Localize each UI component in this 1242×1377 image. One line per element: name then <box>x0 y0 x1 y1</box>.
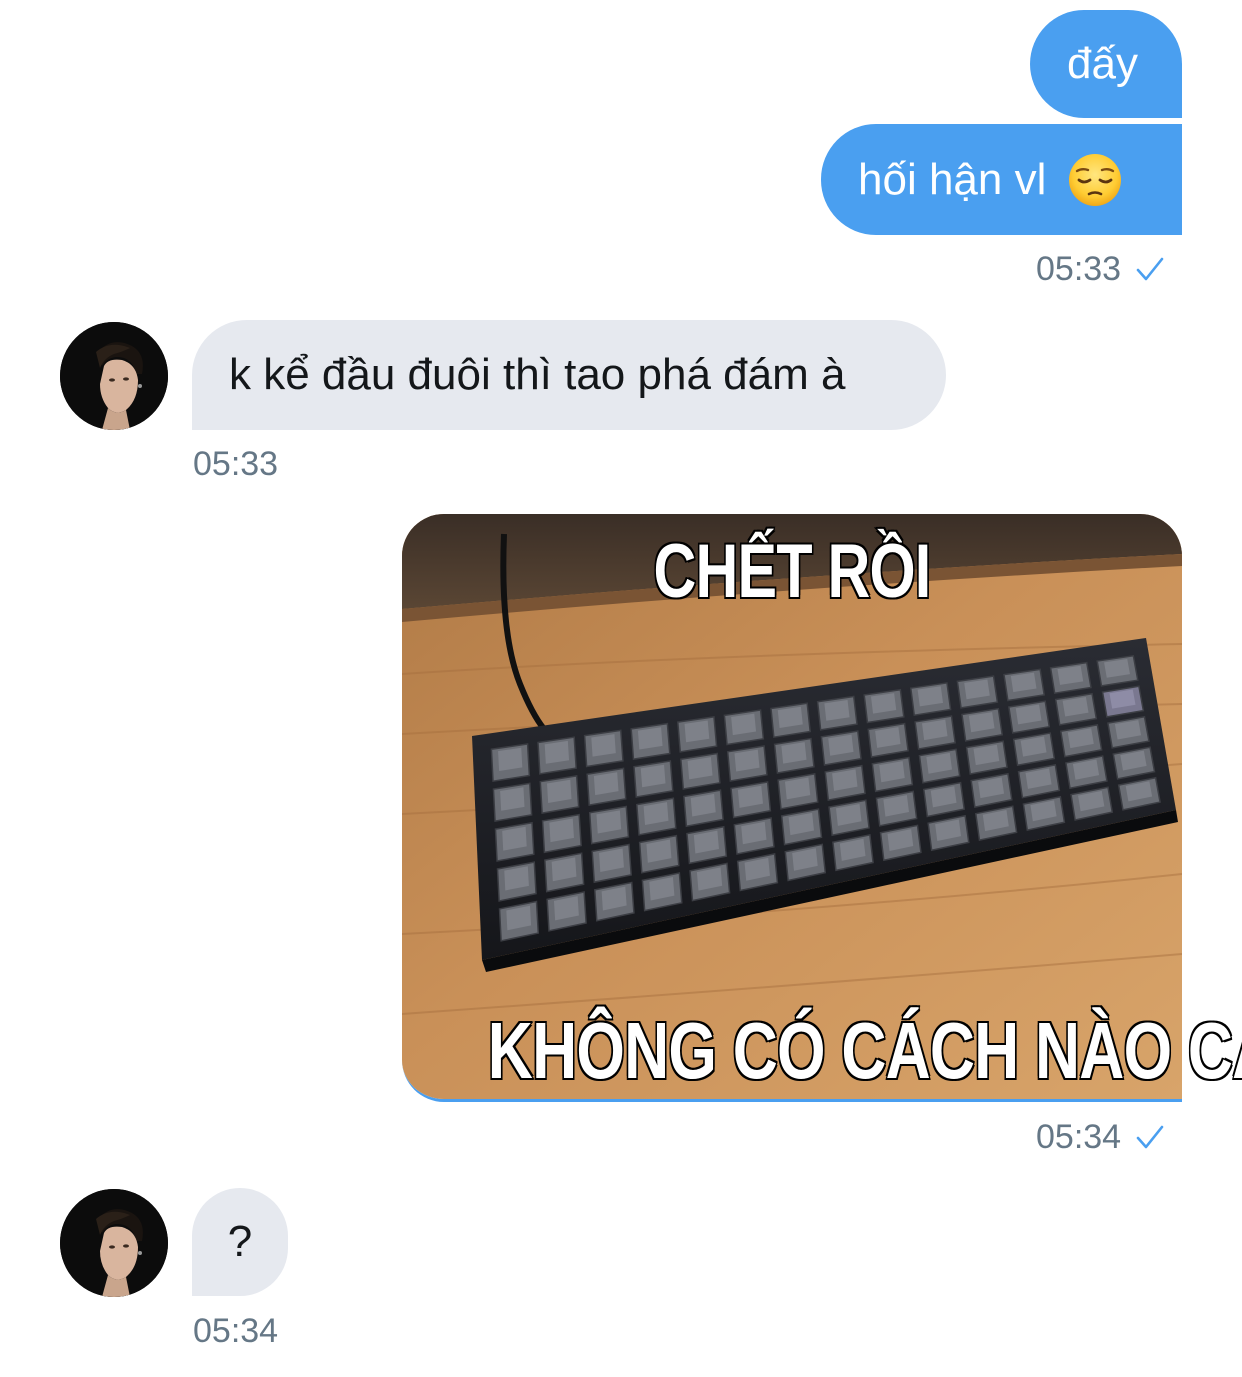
meme-caption-bottom: KHÔNG CÓ CÁCH NÀO CẢ <box>487 1005 1242 1097</box>
message-text: đấy <box>1067 39 1138 88</box>
pensive-face-emoji-icon <box>1068 153 1122 207</box>
checkmark-icon <box>1136 1125 1164 1149</box>
message-timestamp: 05:34 <box>193 1312 279 1350</box>
outgoing-message-bubble[interactable]: hối hận vl <box>821 124 1182 235</box>
message-text: ? <box>227 1217 253 1266</box>
incoming-message-bubble[interactable]: k kể đầu đuôi thì tao phá đám à <box>192 320 946 430</box>
message-timestamp: 05:33 <box>1036 252 1165 286</box>
checkmark-icon <box>1136 257 1164 281</box>
incoming-message-bubble[interactable]: ? <box>192 1188 288 1296</box>
contact-avatar[interactable] <box>60 1189 168 1297</box>
message-text: k kể đầu đuôi thì tao phá đám à <box>229 350 846 399</box>
outgoing-message-bubble[interactable]: đấy <box>1030 10 1182 118</box>
message-timestamp: 05:33 <box>193 445 279 483</box>
contact-avatar[interactable] <box>60 322 168 430</box>
meme-caption-top: CHẾT RỒI <box>652 528 932 616</box>
message-text: hối hận vl <box>858 154 1047 204</box>
message-timestamp: 05:34 <box>1036 1120 1165 1154</box>
